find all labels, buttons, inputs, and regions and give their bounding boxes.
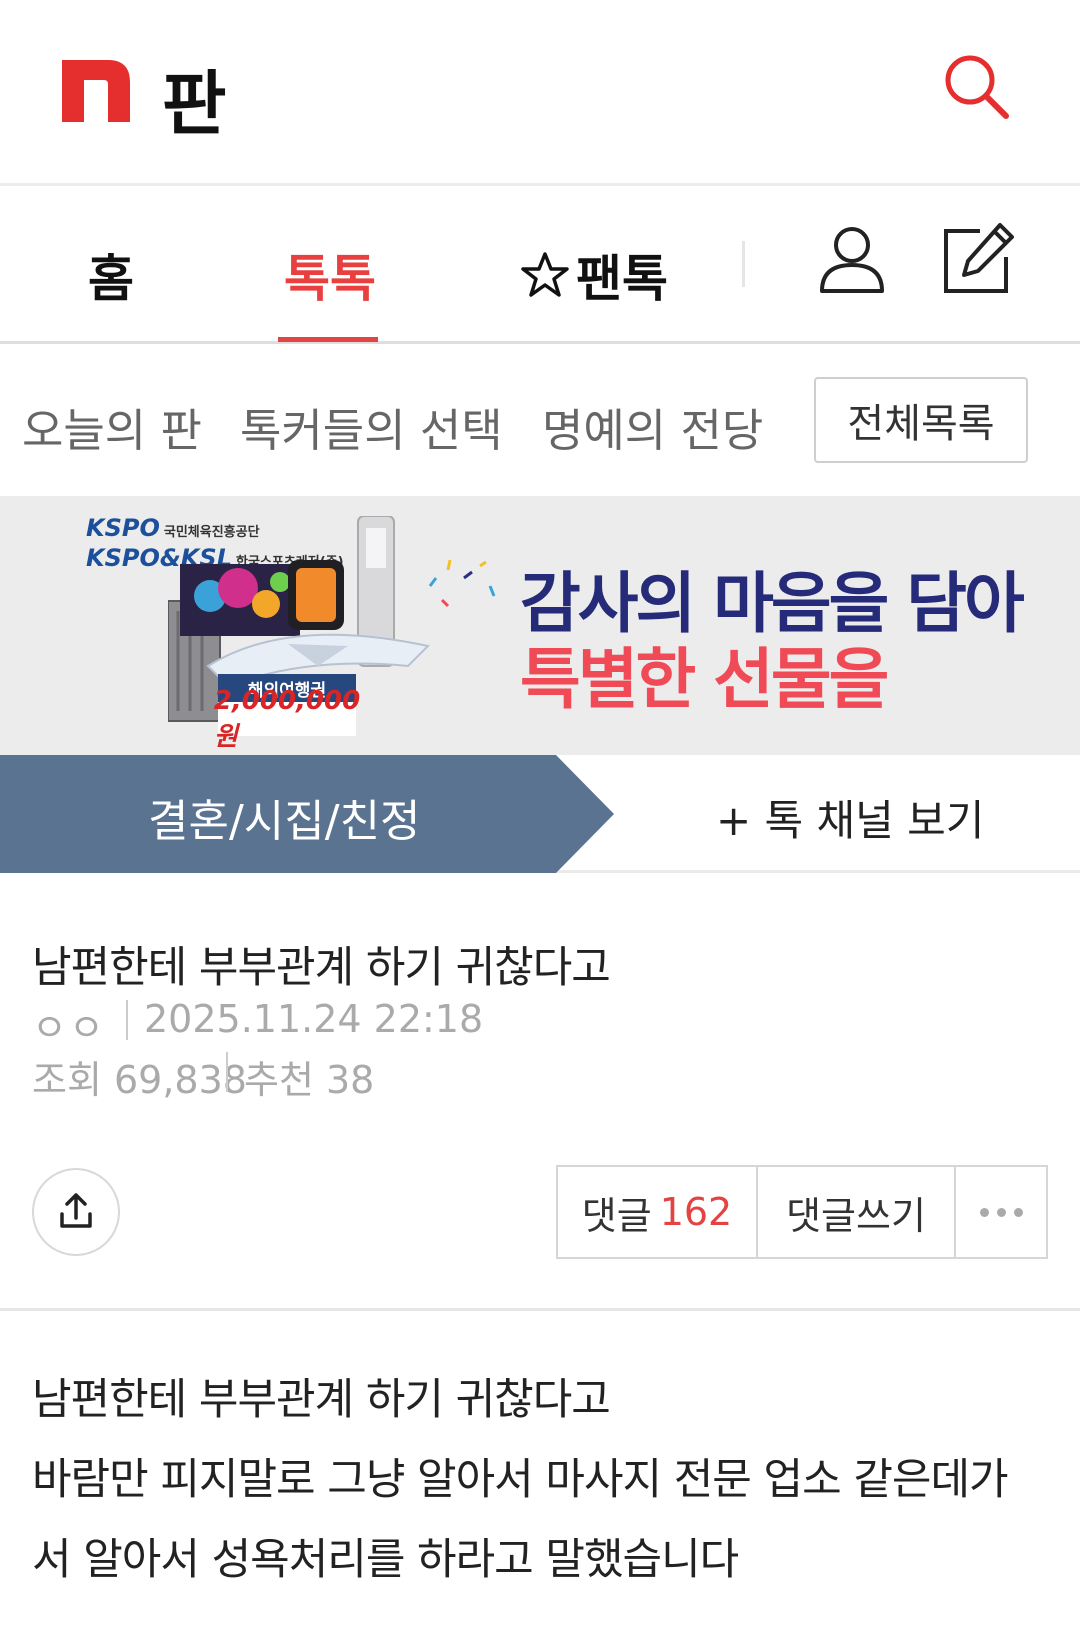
share-icon [60, 1193, 92, 1228]
sub-nav-today[interactable]: 오늘의 판 [22, 394, 202, 459]
post-body-line: 남편한테 부부관계 하기 귀찮다고 [32, 1375, 611, 1425]
share-button[interactable] [32, 1168, 120, 1256]
search-icon[interactable] [942, 52, 1012, 122]
tab-divider [742, 241, 745, 287]
post-recommend: 추천 38 [244, 1058, 375, 1102]
post-header: 남편한테 부부관계 하기 귀찮다고 ㅇㅇ 2025.11.24 22:18 조회… [0, 873, 1080, 1311]
edit-icon[interactable] [940, 221, 1016, 297]
tab-fantok[interactable]: 팬톡 [520, 239, 668, 311]
post-body-line: 서 알아서 성욕처리를 하라고 말했습니다 [32, 1535, 739, 1585]
user-icon[interactable] [818, 225, 886, 295]
sub-nav-talkers-choice[interactable]: 톡커들의 선택 [240, 394, 503, 459]
app-header: 판 [0, 0, 1080, 186]
post-body: 남편한테 부부관계 하기 귀찮다고 바람만 피지말로 그냥 알아서 마사지 전문… [32, 1360, 1062, 1600]
tab-home[interactable]: 홈 [88, 239, 134, 311]
post-date: 2025.11.24 22:18 [144, 997, 484, 1041]
tab-toktok[interactable]: 톡톡 [284, 239, 376, 311]
section-title[interactable]: 판 [162, 48, 226, 149]
comments-label: 댓글 [581, 1193, 652, 1238]
post-views: 조회 69,838 [32, 1058, 247, 1102]
meta-separator [126, 1000, 128, 1040]
write-comment-button[interactable]: 댓글쓰기 [758, 1167, 956, 1257]
ad-banner[interactable]: KSPO국민체육진흥공단 KSPO&KSL한국스포츠레저(주) 해외여행권 2,… [0, 496, 1080, 755]
star-outline-icon [521, 252, 569, 297]
channel-more-button[interactable]: + 톡 채널 보기 [716, 787, 984, 848]
channel-name[interactable]: 결혼/시집/친정 [148, 785, 421, 849]
main-tab-bar: 홈 톡톡 팬톡 [0, 189, 1080, 344]
full-list-button[interactable]: 전체목록 [814, 377, 1028, 463]
meta-separator [226, 1052, 228, 1092]
post-action-group: 댓글 162 댓글쓰기 [556, 1165, 1048, 1259]
comment-count: 162 [659, 1190, 733, 1234]
nate-logo-icon[interactable] [62, 60, 130, 122]
sub-nav-hall-of-fame[interactable]: 명예의 전당 [542, 394, 763, 459]
more-horizontal-icon[interactable] [956, 1167, 1046, 1257]
comments-button[interactable]: 댓글 162 [558, 1167, 758, 1257]
voucher-amount: 2,000,000원 [214, 686, 360, 752]
active-tab-indicator [278, 337, 378, 342]
confetti-icon [428, 559, 496, 608]
sub-nav: 오늘의 판 톡커들의 선택 명예의 전당 전체목록 [0, 344, 1080, 494]
banner-subline: 특별한 선물을 [520, 641, 889, 718]
post-body-line: 바람만 피지말로 그냥 알아서 마사지 전문 업소 같은데가 [32, 1455, 1009, 1505]
channel-bar: 결혼/시집/친정 + 톡 채널 보기 [0, 755, 1080, 873]
tab-fantok-label: 팬톡 [576, 250, 668, 308]
banner-org-kspo-name: KSPO [86, 514, 160, 542]
post-author[interactable]: ㅇㅇ [32, 997, 106, 1052]
post-title: 남편한테 부부관계 하기 귀찮다고 [32, 943, 611, 993]
